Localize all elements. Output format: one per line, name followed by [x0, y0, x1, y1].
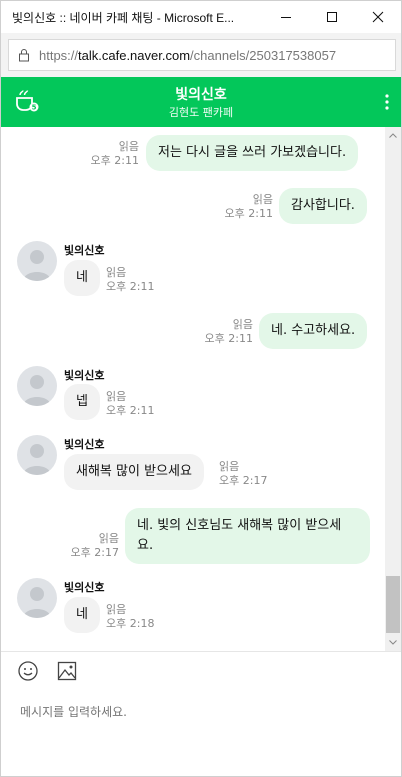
chevron-down-icon [389, 640, 397, 645]
message-time: 오후 2:11 [106, 280, 155, 293]
url-text: https://talk.cafe.naver.com/channels/250… [39, 48, 336, 63]
emoji-icon[interactable] [17, 660, 39, 686]
message-meta: 읽음 오후 2:17 [65, 532, 119, 560]
avatar[interactable] [17, 241, 57, 281]
url-field[interactable]: https://talk.cafe.naver.com/channels/250… [8, 39, 396, 71]
message-meta: 읽음 오후 2:11 [219, 193, 273, 221]
default-profile-icon [23, 375, 51, 406]
read-status: 읽음 [252, 193, 273, 206]
scroll-up-button[interactable] [385, 127, 401, 144]
chevron-up-icon [389, 133, 397, 138]
message-time: 오후 2:17 [70, 546, 119, 559]
message-time: 오후 2:11 [90, 154, 139, 167]
my-message-bubble[interactable]: 네. 수고하세요. [259, 313, 368, 349]
read-status: 읽음 [98, 532, 119, 545]
chat-scrollbar[interactable] [385, 127, 401, 651]
maximize-button[interactable] [309, 1, 355, 33]
channel-name: 빛의신호 [175, 87, 227, 103]
message-meta: 읽음 오후 2:18 [106, 603, 154, 631]
their-message-bubble[interactable]: 새해복 많이 받으세요 [64, 454, 204, 490]
scrollbar-thumb[interactable] [386, 576, 400, 633]
url-scheme: https:// [39, 47, 79, 63]
message-time: 오후 2:18 [106, 617, 155, 630]
url-path: /channels/250317538057 [190, 47, 337, 63]
read-status: 읽음 [106, 603, 127, 616]
composer-toolbar [1, 652, 401, 694]
url-host: talk.cafe.naver.com [78, 47, 191, 63]
scroll-down-button[interactable] [385, 634, 401, 651]
message-text-line: 요. [137, 538, 154, 553]
their-message-bubble[interactable]: 네 [64, 597, 100, 633]
default-profile-icon [23, 444, 51, 475]
message-meta: 읽음 오후 2:11 [199, 318, 253, 346]
maximize-icon [327, 12, 337, 22]
read-status: 읽음 [219, 460, 240, 473]
default-profile-icon [23, 587, 51, 618]
message-meta: 읽음 오후 2:11 [85, 140, 139, 168]
their-message-bubble[interactable]: 넵 [64, 384, 100, 420]
message-text-line: 네. 빛의 신호님도 새해복 많이 받으세 [137, 518, 342, 533]
sender-name: 빛의신호 [64, 581, 105, 594]
minimize-button[interactable] [263, 1, 309, 33]
message-input[interactable] [20, 705, 380, 719]
close-button[interactable] [355, 1, 401, 33]
minimize-icon [281, 17, 291, 18]
message-meta: 읽음 오후 2:17 [219, 460, 267, 488]
their-message-bubble[interactable]: 네 [64, 260, 100, 296]
avatar[interactable] [17, 578, 57, 618]
message-time: 오후 2:11 [106, 404, 155, 417]
address-bar: https://talk.cafe.naver.com/channels/250… [0, 33, 402, 77]
read-status: 읽음 [106, 390, 127, 403]
default-profile-icon [23, 250, 51, 281]
sender-name: 빛의신호 [64, 438, 105, 451]
chat-header: 5 빛의신호 김현도 팬카페 [0, 77, 402, 127]
message-input-area [1, 694, 401, 776]
message-meta: 읽음 오후 2:11 [106, 266, 154, 294]
channel-subtitle: 김현도 팬카페 [168, 106, 234, 119]
message-meta: 읽음 오후 2:11 [106, 390, 154, 418]
read-status: 읽음 [232, 318, 253, 331]
read-status: 읽음 [118, 140, 139, 153]
message-time: 오후 2:17 [219, 474, 268, 487]
sender-name: 빛의신호 [64, 244, 105, 257]
read-status: 읽음 [106, 266, 127, 279]
my-message-bubble[interactable]: 저는 다시 글을 쓰러 가보겠습니다. [146, 135, 359, 171]
chat-messages[interactable]: 읽음 오후 2:11 저는 다시 글을 쓰러 가보겠습니다. 읽음 오후 2:1… [1, 127, 385, 651]
my-message-bubble[interactable]: 네. 빛의 신호님도 새해복 많이 받으세 요. [125, 508, 370, 564]
close-icon [372, 11, 384, 23]
more-vertical-icon[interactable] [385, 94, 389, 114]
avatar[interactable] [17, 366, 57, 406]
image-icon[interactable] [57, 661, 77, 685]
message-time: 오후 2:11 [204, 332, 253, 345]
my-message-bubble[interactable]: 감사합니다. [279, 188, 367, 224]
lock-icon [9, 48, 39, 62]
window-title: 빛의신호 :: 네이버 카페 채팅 - Microsoft E... [12, 10, 235, 25]
message-time: 오후 2:11 [224, 207, 273, 220]
avatar[interactable] [17, 435, 57, 475]
sender-name: 빛의신호 [64, 369, 105, 382]
window-titlebar: 빛의신호 :: 네이버 카페 채팅 - Microsoft E... [0, 0, 402, 33]
